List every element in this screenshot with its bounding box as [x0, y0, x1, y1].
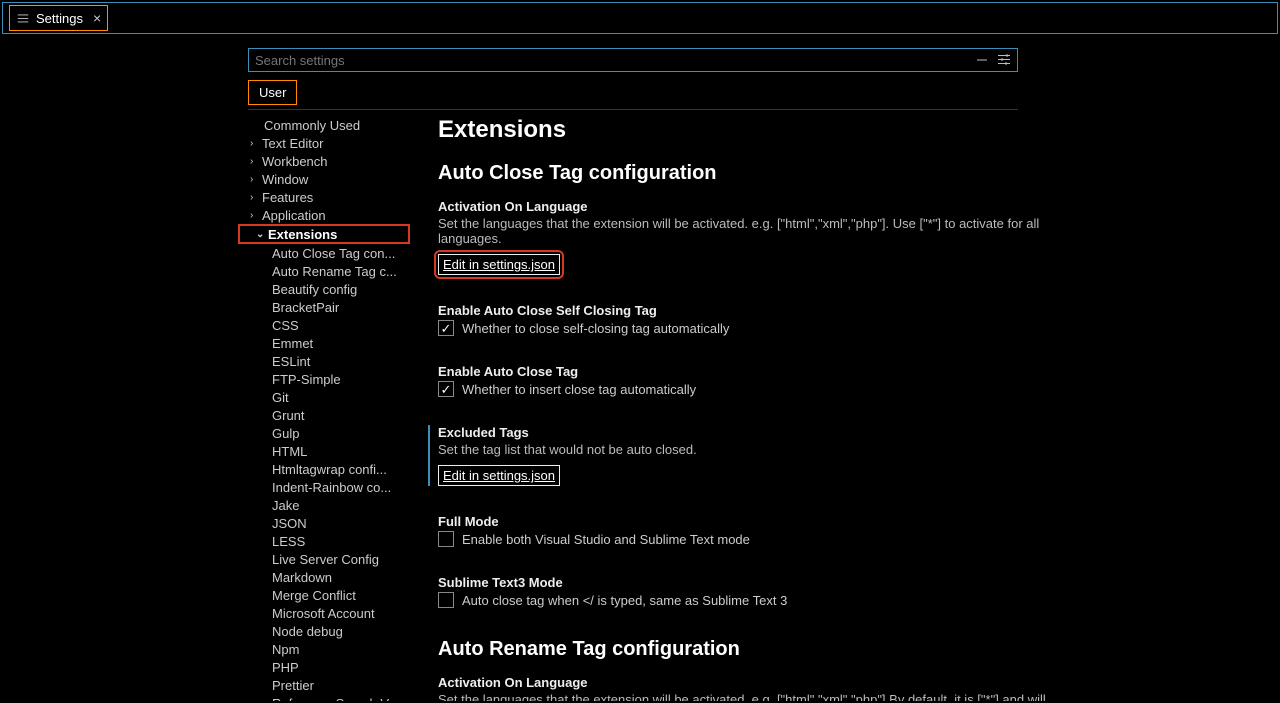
setting-description: Set the tag list that would not be auto … [438, 442, 1048, 457]
setting-title: Enable Auto Close Tag [438, 364, 1058, 379]
setting-title: Sublime Text3 Mode [438, 575, 1058, 590]
ext-heading-autoclose: Auto Close Tag configuration [438, 162, 1260, 185]
toc-commonly-used[interactable]: Commonly Used [238, 116, 410, 134]
clear-icon[interactable] [974, 52, 990, 71]
setting-description: Set the languages that the extension wil… [438, 216, 1058, 246]
setting-description: Enable both Visual Studio and Sublime Te… [462, 532, 750, 547]
setting-full-mode: Full Mode Enable both Visual Studio and … [438, 514, 1058, 547]
setting-title: Activation On Language [438, 675, 1058, 690]
toc-extension-item[interactable]: Npm [238, 640, 410, 658]
toc-extension-item[interactable]: Gulp [238, 424, 410, 442]
toc-text-editor[interactable]: ›Text Editor [238, 134, 410, 152]
toc-extension-item[interactable]: Merge Conflict [238, 586, 410, 604]
toc-extension-item[interactable]: Microsoft Account [238, 604, 410, 622]
toc-extension-item[interactable]: LESS [238, 532, 410, 550]
settings-toc: Commonly Used ›Text Editor ›Workbench ›W… [238, 116, 410, 701]
chevron-right-icon: › [250, 210, 262, 221]
toc-extension-item[interactable]: Emmet [238, 334, 410, 352]
settings-content: Extensions Auto Close Tag configuration … [410, 116, 1280, 701]
checkbox-full-mode[interactable] [438, 531, 454, 547]
setting-title: Excluded Tags [438, 425, 1048, 440]
setting-title: Enable Auto Close Self Closing Tag [438, 303, 1058, 318]
toc-extension-item[interactable]: Htmltagwrap confi... [238, 460, 410, 478]
ext-heading-autorename: Auto Rename Tag configuration [438, 638, 1260, 661]
edit-in-settings-json-link[interactable]: Edit in settings.json [438, 465, 560, 486]
setting-description: Set the languages that the extension wil… [438, 692, 1058, 701]
toc-extension-item[interactable]: Prettier [238, 676, 410, 694]
setting-description: Whether to close self-closing tag automa… [462, 321, 729, 336]
toc-extension-item[interactable]: HTML [238, 442, 410, 460]
toc-extension-item[interactable]: Indent-Rainbow co... [238, 478, 410, 496]
scope-user-tab[interactable]: User [248, 80, 297, 105]
setting-title: Activation On Language [438, 199, 1058, 214]
chevron-right-icon: › [250, 192, 262, 203]
toc-extension-item[interactable]: Grunt [238, 406, 410, 424]
search-input[interactable] [248, 48, 1018, 72]
toc-extension-item[interactable]: JSON [238, 514, 410, 532]
checkbox-sublime-mode[interactable] [438, 592, 454, 608]
toc-workbench[interactable]: ›Workbench [238, 152, 410, 170]
filter-icon[interactable] [996, 52, 1012, 71]
chevron-right-icon: › [250, 138, 262, 149]
setting-sublime-mode: Sublime Text3 Mode Auto close tag when <… [438, 575, 1058, 608]
checkbox-enable[interactable] [438, 381, 454, 397]
chevron-down-icon: ⌄ [256, 229, 268, 240]
setting-self-closing: Enable Auto Close Self Closing Tag Wheth… [438, 303, 1058, 336]
toc-extension-item[interactable]: Beautify config [238, 280, 410, 298]
setting-title: Full Mode [438, 514, 1058, 529]
setting-excluded-tags: Excluded Tags Set the tag list that woul… [428, 425, 1048, 486]
toc-application[interactable]: ›Application [238, 206, 410, 224]
toc-extension-item[interactable]: FTP-Simple [238, 370, 410, 388]
toc-extension-item[interactable]: ESLint [238, 352, 410, 370]
toc-window[interactable]: ›Window [238, 170, 410, 188]
group-heading-extensions: Extensions [438, 116, 1260, 144]
toc-extension-item[interactable]: BracketPair [238, 298, 410, 316]
toc-extension-item[interactable]: Markdown [238, 568, 410, 586]
close-icon[interactable]: × [93, 10, 101, 26]
setting-description: Whether to insert close tag automaticall… [462, 382, 696, 397]
setting-description: Auto close tag when </ is typed, same as… [462, 593, 787, 608]
toc-extension-item[interactable]: CSS [238, 316, 410, 334]
settings-tab-icon [16, 11, 30, 25]
toc-extensions[interactable]: ⌄Extensions [238, 224, 410, 244]
checkbox-self-closing[interactable] [438, 320, 454, 336]
toc-extension-item[interactable]: Git [238, 388, 410, 406]
toc-extension-item[interactable]: PHP [238, 658, 410, 676]
tab-title: Settings [36, 11, 83, 26]
setting-activation-on-language: Activation On Language Set the languages… [438, 199, 1058, 275]
setting-enable-auto-close: Enable Auto Close Tag Whether to insert … [438, 364, 1058, 397]
toc-extension-item[interactable]: Node debug [238, 622, 410, 640]
toc-extension-item[interactable]: Jake [238, 496, 410, 514]
tab-settings[interactable]: Settings × [9, 5, 108, 31]
toc-extension-item[interactable]: Live Server Config [238, 550, 410, 568]
toc-features[interactable]: ›Features [238, 188, 410, 206]
toc-extension-item[interactable]: Reference Search V... [238, 694, 410, 701]
chevron-right-icon: › [250, 156, 262, 167]
edit-in-settings-json-link[interactable]: Edit in settings.json [438, 254, 560, 275]
toc-extension-item[interactable]: Auto Close Tag con... [238, 244, 410, 262]
chevron-right-icon: › [250, 174, 262, 185]
toc-extension-item[interactable]: Auto Rename Tag c... [238, 262, 410, 280]
tab-bar: Settings × [2, 2, 1278, 34]
setting-activation-on-language-2: Activation On Language Set the languages… [438, 675, 1058, 701]
